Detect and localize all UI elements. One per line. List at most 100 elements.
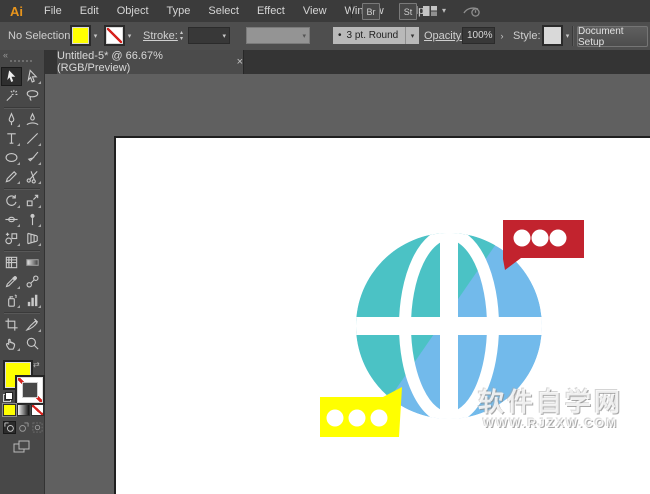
draw-normal-button[interactable] [3,421,16,434]
column-graph-tool[interactable] [22,291,43,310]
bridge-button[interactable]: Br [362,3,380,20]
workspace-switcher-button[interactable]: ▾ [422,5,446,17]
stroke-color-swatch[interactable] [106,27,123,44]
control-bar: No Selection ▾ ▾ Stroke: ▴ ▾ ▾ ▾ • 3 pt.… [0,22,650,51]
slice-tool[interactable] [22,315,43,334]
menu-item-file[interactable]: File [35,5,71,17]
stock-button[interactable]: St [399,3,417,20]
magic-wand-icon [4,88,19,103]
selection-status: No Selection [8,30,70,42]
document-tab[interactable]: Untitled-5* @ 66.67% (RGB/Preview) × [57,50,244,74]
fill-color-swatch[interactable] [72,27,89,44]
panel-collapse-icon[interactable]: « [3,50,8,60]
default-fill-mini [5,392,13,400]
width-profile-dropdown[interactable]: ▾ [246,27,310,44]
watermark-text-cn: 软件自学网 [443,389,650,416]
symbol-sprayer-tool[interactable] [1,291,22,310]
direct-selection-icon [25,69,40,84]
opacity-link[interactable]: Opacity: [424,30,464,42]
opacity-field[interactable]: 100% [462,27,495,44]
style-label: Style: [513,30,541,42]
paintbrush-icon [25,150,40,165]
opacity-expand-chevron[interactable]: › [497,27,507,44]
stroke-swatch-hole [23,383,37,397]
document-setup-button[interactable]: Document Setup [577,26,648,47]
brush-definition-select[interactable]: • 3 pt. Round ▾ [333,27,419,44]
menu-item-view[interactable]: View [294,5,336,17]
draw-behind-button[interactable] [17,421,30,434]
lasso-tool[interactable] [22,86,43,105]
width-tool[interactable] [1,210,22,229]
menu-item-edit[interactable]: Edit [71,5,108,17]
screen-mode-button[interactable] [13,440,31,459]
gradient-tool[interactable] [22,253,43,272]
puppet-warp-tool[interactable] [22,210,43,229]
width-icon [4,212,19,227]
none-mode-button[interactable] [31,404,44,416]
canvas-pasteboard[interactable]: 软件自学网 WWW.RJZXW.COM [45,74,650,494]
sync-disabled-icon[interactable] [462,3,482,24]
menu-item-select[interactable]: Select [199,5,248,17]
shape-builder-tool[interactable] [1,229,22,248]
rotate-tool[interactable] [1,191,22,210]
brush-name-label: 3 pt. Round [347,30,399,41]
mesh-tool[interactable] [1,253,22,272]
blend-tool[interactable] [22,272,43,291]
brush-dropdown-chevron[interactable]: ▾ [405,27,419,44]
illustrator-logo: Ai [10,4,23,19]
hand-tool[interactable] [1,334,22,353]
line-segment-icon [25,131,40,146]
globe-logo-artwork[interactable] [45,74,650,494]
eyedropper-icon [4,274,19,289]
draw-inside-button[interactable] [31,421,44,434]
default-fill-stroke-icon[interactable] [3,392,13,402]
curvature-tool[interactable] [22,110,43,129]
stroke-weight-stepper[interactable]: ▴ ▾ [177,27,186,44]
scale-tool[interactable] [22,191,43,210]
type-tool[interactable] [1,129,22,148]
pen-tool[interactable] [1,110,22,129]
zoom-tool[interactable] [22,334,43,353]
line-segment-tool[interactable] [22,129,43,148]
zoom-icon [25,336,40,351]
workspace-switcher-icon [422,5,438,17]
scissors-tool[interactable] [22,167,43,186]
yellow-speech-bubble [320,387,402,437]
stroke-panel-link[interactable]: Stroke: [143,30,178,42]
menu-item-object[interactable]: Object [108,5,158,17]
swap-fill-stroke-icon[interactable]: ⇄ [33,360,40,369]
magic-wand-tool[interactable] [1,86,22,105]
pencil-tool[interactable] [1,167,22,186]
curvature-icon [25,112,40,127]
gradient-mode-button[interactable] [17,404,30,416]
gradient-icon [25,255,40,270]
selection-tool[interactable] [1,67,22,86]
chevron-down-icon: ▾ [302,32,306,40]
chevron-down-icon: ▾ [222,32,226,40]
column-graph-icon [25,293,40,308]
eyedropper-tool[interactable] [1,272,22,291]
paintbrush-tool[interactable] [22,148,43,167]
menu-item-type[interactable]: Type [158,5,200,17]
artboard-tool[interactable] [1,315,22,334]
document-tab-bar: Untitled-5* @ 66.67% (RGB/Preview) × [45,50,650,74]
watermark-text-url: WWW.RJZXW.COM [443,416,650,430]
tools-panel: « ⇄ [0,50,45,494]
stroke-weight-dropdown[interactable]: ▾ [188,27,230,44]
mesh-icon [4,255,19,270]
close-icon[interactable]: × [237,57,243,68]
stepper-down-icon[interactable]: ▾ [177,36,186,42]
panel-grip[interactable] [10,60,34,62]
stroke-color-dropdown[interactable]: ▾ [124,27,135,44]
stroke-swatch[interactable] [17,377,43,403]
menu-bar: Ai FileEditObjectTypeSelectEffectViewWin… [0,0,650,23]
ellipse-tool[interactable] [1,148,22,167]
watermark: 软件自学网 WWW.RJZXW.COM [443,389,650,430]
color-mode-button[interactable] [3,404,16,416]
perspective-grid-tool[interactable] [22,229,43,248]
direct-selection-tool[interactable] [22,67,43,86]
fill-color-dropdown[interactable]: ▾ [90,27,101,44]
menu-item-effect[interactable]: Effect [248,5,294,17]
lasso-icon [25,88,40,103]
style-swatch[interactable] [544,27,561,44]
